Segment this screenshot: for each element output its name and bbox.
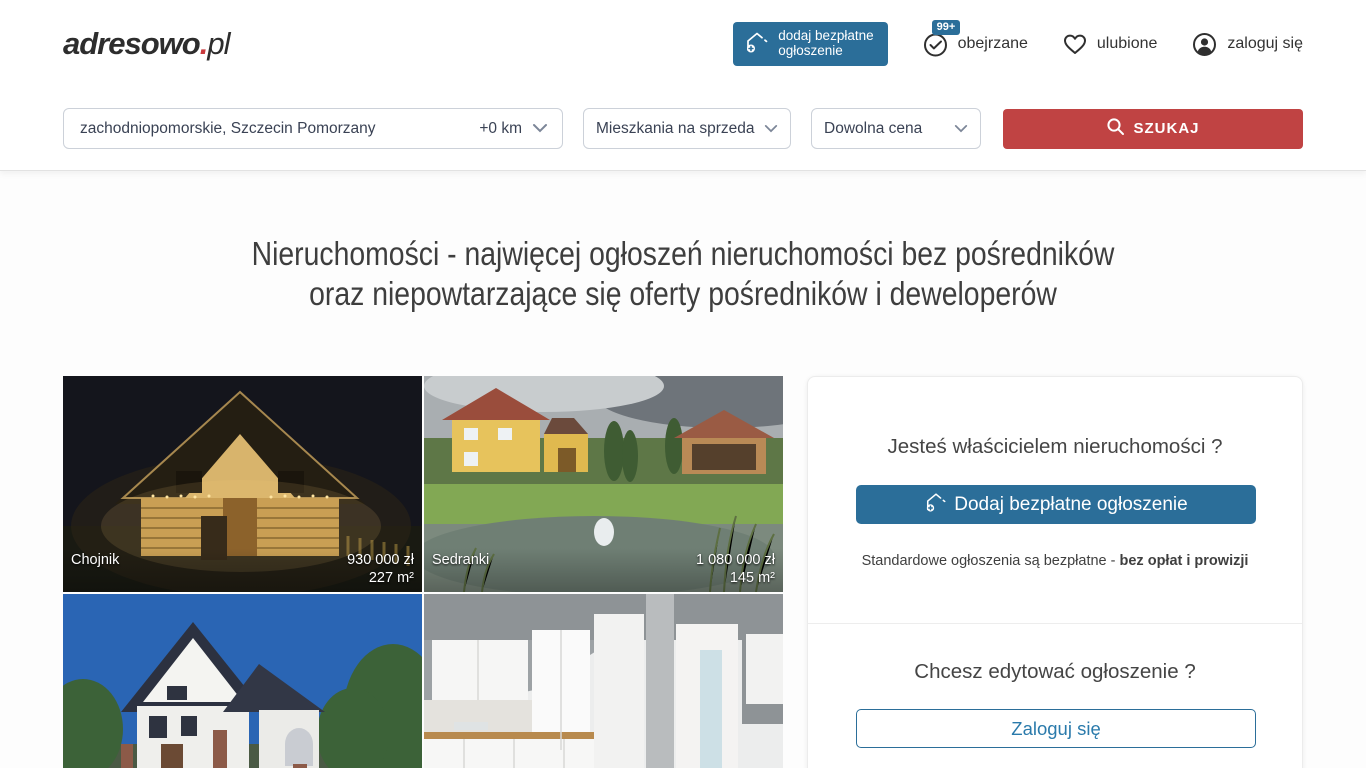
chevron-down-icon [764, 120, 778, 138]
search-icon [1106, 117, 1125, 140]
listings-grid: Chojnik 930 000 zł 227 m² [63, 376, 783, 768]
listing-name: Sedranki [432, 552, 489, 568]
listing-area: 227 m² [71, 570, 414, 586]
page-title: Nieruchomości - najwięcej ogłoszeń nieru… [0, 234, 1366, 314]
nav-viewed[interactable]: 99+ obejrzane [922, 31, 1028, 58]
owner-section-title: Jesteś właścicielem nieruchomości ? [856, 435, 1254, 459]
page-title-line2: oraz niepowtarzające się oferty pośredni… [96, 274, 1271, 314]
search-button-label: SZUKAJ [1133, 120, 1199, 137]
listing-card[interactable]: Warszawa Wola, ul. 950 000 zł [424, 594, 783, 768]
nav-favorites[interactable]: ulubione [1062, 32, 1158, 56]
search-bar: zachodniopomorskie, Szczecin Pomorzany +… [0, 88, 1366, 170]
header-nav: dodaj bezpłatne ogłoszenie 99+ obejrzane [733, 22, 1303, 66]
listing-photo-kitchen [424, 594, 783, 768]
listing-card[interactable]: Sedranki 1 080 000 zł 145 m² [424, 376, 783, 592]
search-button[interactable]: SZUKAJ [1003, 109, 1303, 149]
site-logo[interactable]: adresowo.pl [63, 26, 229, 62]
add-listing-button[interactable]: dodaj bezpłatne ogłoszenie [733, 22, 887, 66]
viewed-count-badge: 99+ [932, 20, 961, 35]
radius-value[interactable]: +0 km [479, 120, 522, 138]
sidebar-add-listing-label: Dodaj bezpłatne ogłoszenie [954, 494, 1187, 516]
nav-viewed-label: obejrzane [958, 35, 1028, 53]
listing-card[interactable]: Zegocie Podskale, ul. 1 055 000 zł [63, 594, 422, 768]
chevron-down-icon[interactable] [532, 120, 548, 138]
sidebar-login-button[interactable]: Zaloguj się [856, 709, 1256, 748]
category-select[interactable]: Mieszkania na sprzeda [583, 108, 791, 149]
nav-login[interactable]: zaloguj się [1191, 31, 1303, 58]
nav-favorites-label: ulubione [1097, 35, 1158, 53]
header: adresowo.pl dodaj bezpłatne ogłoszenie [0, 0, 1366, 88]
listing-card[interactable]: Chojnik 930 000 zł 227 m² [63, 376, 422, 592]
listing-photo-white-house [63, 594, 422, 768]
house-plus-icon [744, 30, 770, 58]
listing-overlay: Sedranki 1 080 000 zł 145 m² [424, 548, 783, 592]
house-plus-icon [924, 491, 948, 519]
main-content: Chojnik 930 000 zł 227 m² [0, 376, 1366, 768]
edit-section: Chcesz edytować ogłoszenie ? Zaloguj się… [808, 623, 1302, 768]
top-bar: adresowo.pl dodaj bezpłatne ogłoszenie [0, 0, 1366, 171]
owner-note: Standardowe ogłoszenia są bezpłatne - be… [856, 553, 1254, 569]
add-listing-label: dodaj bezpłatne ogłoszenie [778, 29, 873, 59]
location-input[interactable]: zachodniopomorskie, Szczecin Pomorzany +… [63, 108, 563, 149]
listing-price: 1 080 000 zł [696, 552, 775, 568]
logo-tld: pl [207, 26, 229, 61]
heart-icon [1062, 32, 1088, 56]
listing-price: 930 000 zł [347, 552, 414, 568]
category-value: Mieszkania na sprzeda [596, 120, 758, 138]
listing-name: Chojnik [71, 552, 119, 568]
location-value: zachodniopomorskie, Szczecin Pomorzany [80, 120, 479, 138]
edit-section-title: Chcesz edytować ogłoszenie ? [856, 660, 1254, 684]
chevron-down-icon [954, 120, 968, 138]
listing-area: 145 m² [432, 570, 775, 586]
sidebar-panel: Jesteś właścicielem nieruchomości ? Doda… [807, 376, 1303, 768]
user-circle-icon [1191, 31, 1218, 58]
owner-section: Jesteś właścicielem nieruchomości ? Doda… [808, 377, 1302, 623]
listing-overlay: Chojnik 930 000 zł 227 m² [63, 548, 422, 592]
check-circle-icon [922, 31, 949, 58]
price-value: Dowolna cena [824, 120, 922, 138]
page-title-line1: Nieruchomości - najwięcej ogłoszeń nieru… [96, 234, 1271, 274]
sidebar-add-listing-button[interactable]: Dodaj bezpłatne ogłoszenie [856, 485, 1256, 524]
price-select[interactable]: Dowolna cena [811, 108, 981, 149]
nav-login-label: zaloguj się [1227, 35, 1303, 53]
logo-main: adresowo [63, 26, 200, 61]
sidebar-login-label: Zaloguj się [1011, 718, 1100, 740]
owner-note-bold: bez opłat i prowizji [1120, 553, 1249, 569]
